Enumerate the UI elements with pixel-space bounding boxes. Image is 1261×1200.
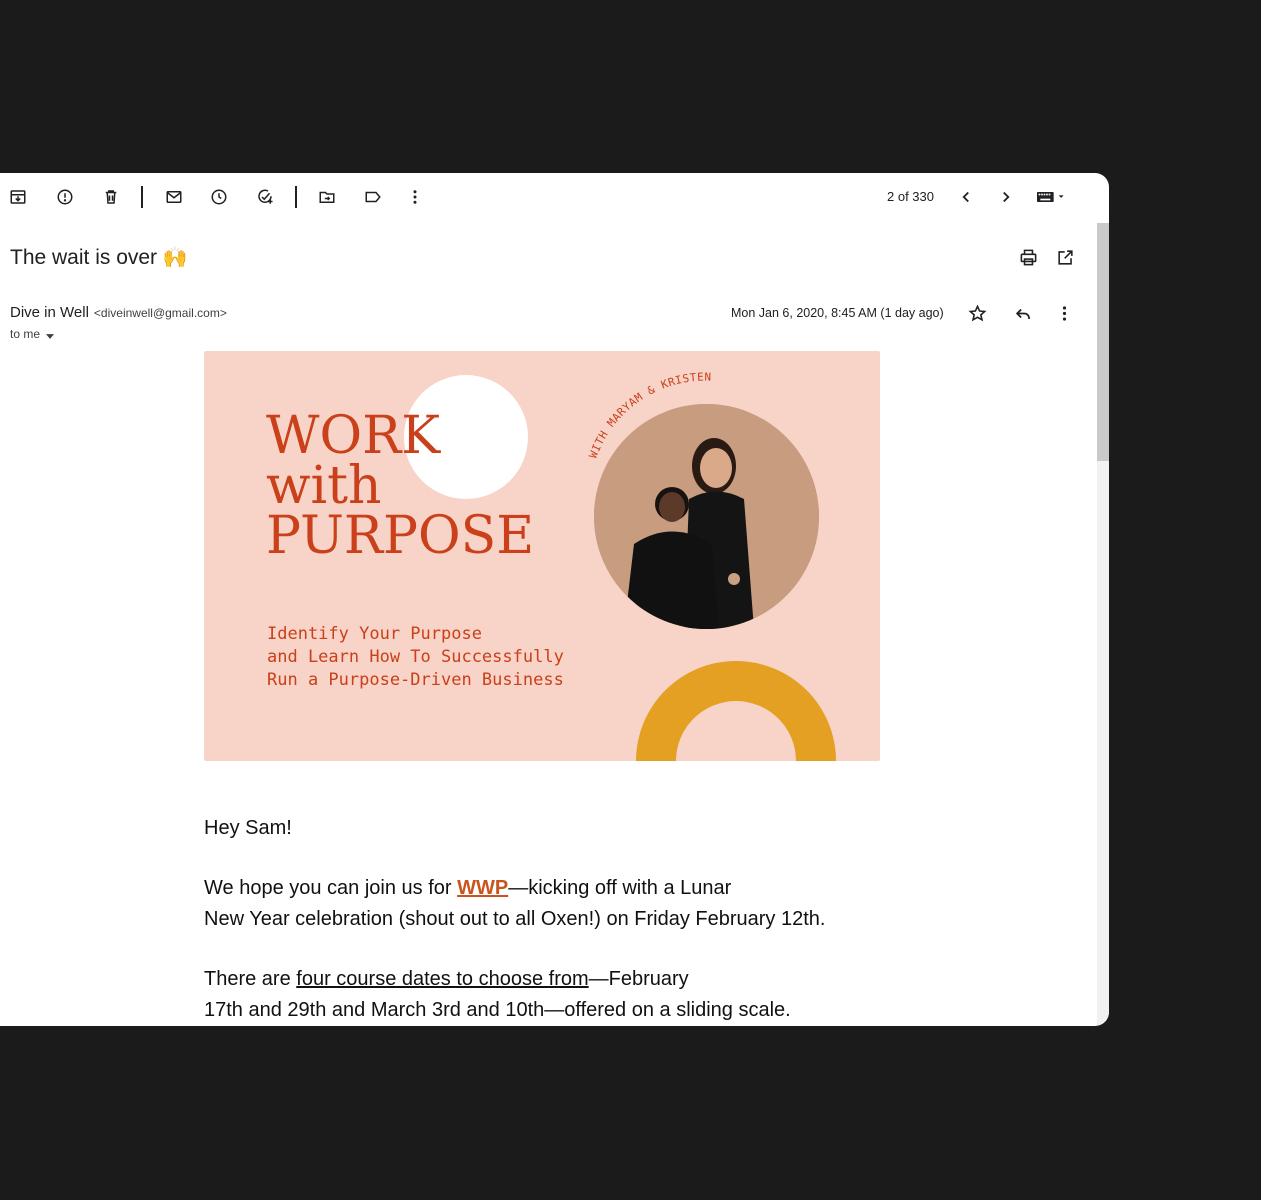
toolbar-divider [141, 186, 143, 208]
p1-text: —kicking off with a Lunar [508, 877, 732, 899]
add-task-icon[interactable] [253, 185, 277, 209]
caret-down-icon [46, 328, 55, 342]
snooze-icon[interactable] [207, 185, 231, 209]
paragraph-2: There are four course dates to choose fr… [204, 964, 791, 1026]
move-to-icon[interactable] [315, 185, 339, 209]
decorative-arc [636, 661, 836, 761]
report-spam-icon[interactable] [53, 185, 77, 209]
toolbar-divider [295, 186, 297, 208]
reply-icon[interactable] [1011, 301, 1035, 325]
label-icon[interactable] [361, 185, 385, 209]
sender-name[interactable]: Dive in Well [10, 304, 89, 321]
scrollbar-thumb[interactable] [1097, 223, 1109, 461]
chevron-right-icon[interactable] [994, 185, 1018, 209]
p2-text: 17th and 29th and March 3rd and 10th—off… [204, 999, 791, 1021]
subject-text: The wait is over [10, 246, 158, 269]
email-subject: The wait is over 🙌 [10, 245, 188, 270]
email-date: Mon Jan 6, 2020, 8:45 AM (1 day ago) [731, 306, 944, 320]
mark-unread-icon[interactable] [162, 185, 186, 209]
raised-hands-icon: 🙌 [162, 247, 188, 269]
more-vert-icon[interactable] [403, 185, 427, 209]
email-window: 2 of 330 The wait is over 🙌 Dive in Well… [0, 173, 1109, 1026]
greeting: Hey Sam! [204, 817, 292, 839]
p1-text: New Year celebration (shout out to all O… [204, 908, 826, 930]
p1-text: We hope you can join us for [204, 877, 458, 899]
p2-text: There are [204, 968, 297, 990]
wwp-link[interactable]: WWP [457, 877, 508, 899]
email-toolbar: 2 of 330 [0, 173, 1109, 221]
keyboard-icon[interactable] [1033, 185, 1071, 209]
delete-icon[interactable] [99, 185, 123, 209]
print-icon[interactable] [1016, 245, 1040, 269]
archive-icon[interactable] [6, 185, 30, 209]
recipient-label: to me [10, 327, 41, 341]
more-vert-icon[interactable] [1052, 301, 1076, 325]
sender-email: <diveinwell@gmail.com> [93, 306, 227, 320]
chevron-left-icon[interactable] [954, 185, 978, 209]
paragraph-1: We hope you can join us for WWP—kicking … [204, 873, 825, 935]
star-icon[interactable] [965, 301, 989, 325]
promo-banner: WORK with PURPOSE Identify Your Purpose … [204, 351, 880, 761]
sender-line: Dive in Well <diveinwell@gmail.com> [10, 304, 227, 321]
course-dates-link[interactable]: four course dates to choose from [296, 968, 588, 990]
recipient-dropdown[interactable]: to me [10, 327, 55, 342]
pager-count: 2 of 330 [887, 189, 934, 204]
open-new-window-icon[interactable] [1053, 245, 1077, 269]
p2-text: —February [588, 968, 689, 990]
